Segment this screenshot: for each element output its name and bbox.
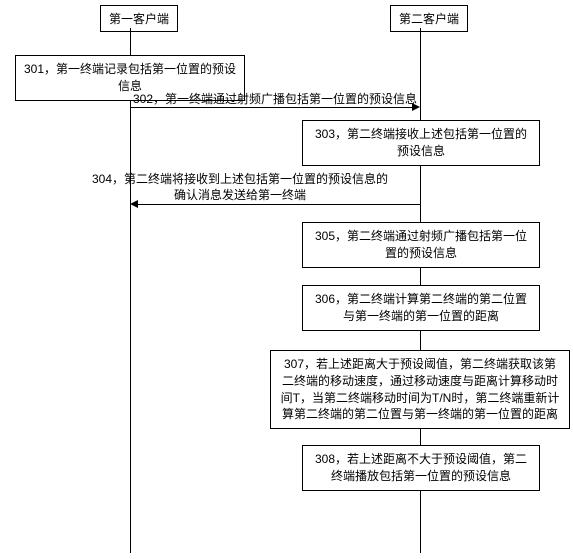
- step-307-box: 307，若上述距离大于预设阈值，第二终端获取该第 二终端的移动速度，通过移动速度…: [270, 350, 570, 429]
- step-306-line2: 与第一终端的第一位置的距离: [343, 309, 499, 323]
- step-308-line1: 308，若上述距离不大于预设阈值，第二: [315, 452, 527, 466]
- step-308-box: 308，若上述距离不大于预设阈值，第二 终端播放包括第一位置的预设信息: [302, 445, 540, 491]
- step-302-arrow: [412, 103, 420, 111]
- step-307-line1: 307，若上述距离大于预设阈值，第二终端获取该第: [284, 357, 556, 371]
- step-305-line2: 置的预设信息: [385, 246, 457, 260]
- step-304-label1: 304，第二终端将接收到上述包括第一位置的预设信息的: [80, 170, 400, 187]
- step-304-label2: 确认消息发送给第一终端: [80, 186, 400, 203]
- step-302-line: [130, 107, 412, 108]
- step-302-label: 302，第一终端通过射频广播包括第一位置的预设信息: [130, 90, 420, 107]
- step-304-line: [138, 204, 420, 205]
- participant-first-client: 第一客户端: [100, 5, 178, 32]
- step-307-line4: 算第二终端的第二位置与第一终端的第一位置的距离: [282, 407, 558, 421]
- step-303-box: 303，第二终端接收上述包括第一位置的 预设信息: [302, 120, 540, 166]
- step-304-arrow: [130, 200, 138, 208]
- step-301-text: 301，第一终端记录包括第一位置的预设信息: [24, 62, 236, 93]
- step-305-box: 305，第二终端通过射频广播包括第一位 置的预设信息: [302, 222, 540, 268]
- step-307-line2: 二终端的移动速度，通过移动速度与距离计算移动时: [282, 374, 558, 388]
- step-303-line1: 303，第二终端接收上述包括第一位置的: [315, 127, 527, 141]
- step-308-line2: 终端播放包括第一位置的预设信息: [331, 469, 511, 483]
- step-306-box: 306，第二终端计算第二终端的第二位置 与第一终端的第一位置的距离: [302, 285, 540, 331]
- step-305-line1: 305，第二终端通过射频广播包括第一位: [315, 229, 527, 243]
- step-307-line3: 间T，当第二终端移动时间为T/N时，第二终端重新计: [281, 391, 560, 405]
- participant-second-client: 第二客户端: [390, 5, 468, 32]
- step-303-line2: 预设信息: [397, 144, 445, 158]
- step-306-line1: 306，第二终端计算第二终端的第二位置: [315, 292, 527, 306]
